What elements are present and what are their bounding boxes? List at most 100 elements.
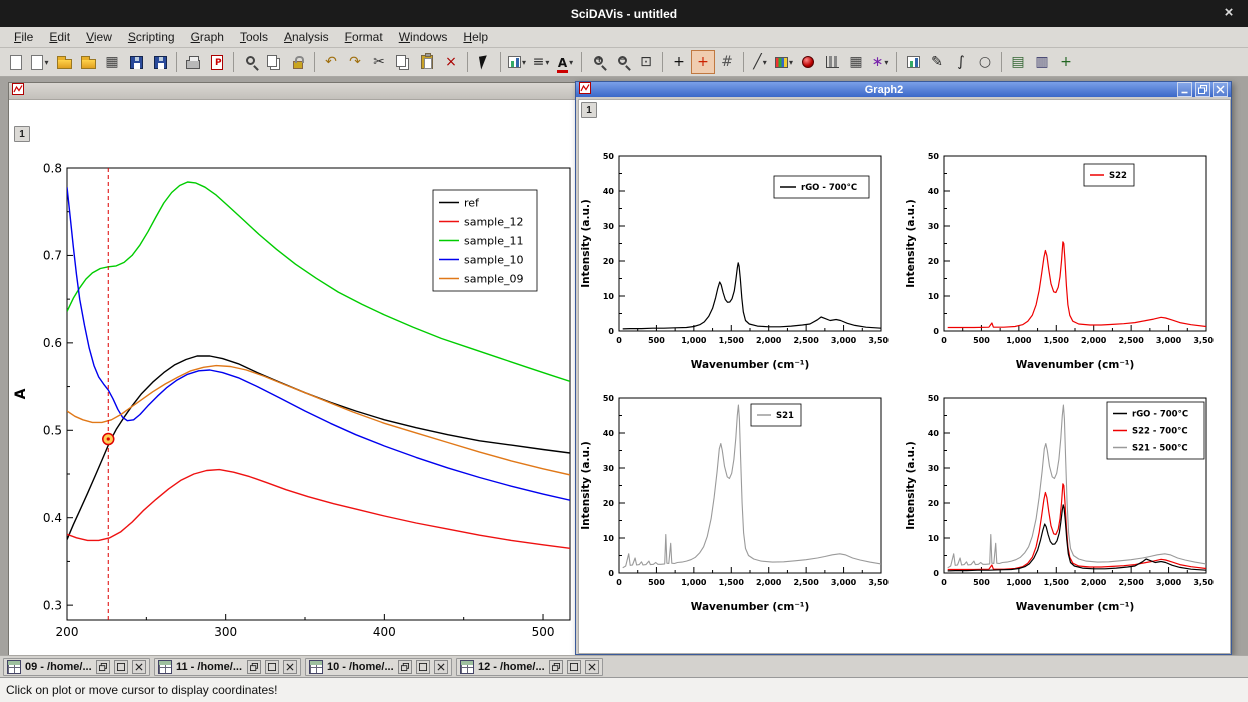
- raman-chart-overlay[interactable]: 05001,0001,5002,0002,5003,0003,500010203…: [904, 384, 1214, 619]
- menu-tools[interactable]: Tools: [232, 28, 276, 46]
- new-project-button[interactable]: [4, 50, 28, 74]
- fit-curve-button[interactable]: [901, 50, 925, 74]
- paste-icon: [421, 55, 433, 69]
- open-template-button[interactable]: [76, 50, 100, 74]
- svg-text:0.7: 0.7: [43, 249, 62, 263]
- maximize-window-button[interactable]: [114, 660, 128, 674]
- close-window-button[interactable]: [1213, 82, 1228, 97]
- undo-button[interactable]: ↶: [319, 50, 343, 74]
- plot-histogram-button[interactable]: [820, 50, 844, 74]
- plot-matrix-button[interactable]: ▦: [844, 50, 868, 74]
- plot-wizard-button[interactable]: ∗▾: [868, 50, 892, 74]
- cut-button[interactable]: ✂: [367, 50, 391, 74]
- add-ellipse-button[interactable]: ○: [973, 50, 997, 74]
- draw-line-button[interactable]: ╱▾: [748, 50, 772, 74]
- svg-text:0: 0: [933, 327, 939, 336]
- close-window-button[interactable]: [132, 660, 146, 674]
- pointer-button[interactable]: [472, 50, 496, 74]
- svg-text:400: 400: [373, 625, 396, 639]
- status-bar: Click on plot or move cursor to display …: [0, 677, 1248, 702]
- maximize-window-button[interactable]: [567, 660, 581, 674]
- taskbar: 09 - /home/...11 - /home/...10 - /home/.…: [0, 655, 1248, 677]
- svg-text:0: 0: [608, 327, 614, 336]
- paste-button[interactable]: [415, 50, 439, 74]
- svg-text:A: A: [13, 388, 29, 399]
- menu-windows[interactable]: Windows: [391, 28, 456, 46]
- restore-window-button[interactable]: [96, 660, 110, 674]
- graph1-titlebar[interactable]: [9, 83, 582, 100]
- window-titlebar[interactable]: SciDAVis - untitled ×: [0, 0, 1248, 27]
- taskbar-window-button[interactable]: 12 - /home/...: [456, 658, 603, 676]
- menu-scripting[interactable]: Scripting: [120, 28, 183, 46]
- svg-text:0: 0: [616, 578, 622, 587]
- maximize-window-button[interactable]: [416, 660, 430, 674]
- find-button[interactable]: [238, 50, 262, 74]
- text-color-button[interactable]: ▾: [553, 50, 577, 74]
- table-columns-button[interactable]: ▥: [1030, 50, 1054, 74]
- menu-analysis[interactable]: Analysis: [276, 28, 337, 46]
- svg-text:0: 0: [941, 578, 947, 587]
- raman-chart-s22[interactable]: 05001,0001,5002,0002,5003,0003,500010203…: [904, 142, 1214, 377]
- zoom-in-button[interactable]: [586, 50, 610, 74]
- minimize-window-button[interactable]: [1177, 82, 1192, 97]
- import-ascii-button[interactable]: ▦: [100, 50, 124, 74]
- taskbar-window-button[interactable]: 11 - /home/...: [154, 658, 301, 676]
- close-window-button[interactable]: [283, 660, 297, 674]
- print-button[interactable]: [181, 50, 205, 74]
- table-rows-button[interactable]: ▤: [1006, 50, 1030, 74]
- data-reader-button[interactable]: +: [691, 50, 715, 74]
- window-close-icon[interactable]: ×: [1220, 4, 1238, 21]
- menu-help[interactable]: Help: [455, 28, 496, 46]
- save-project-button[interactable]: [124, 50, 148, 74]
- restore-window-button[interactable]: [1195, 82, 1210, 97]
- select-data-range-button[interactable]: #: [715, 50, 739, 74]
- restore-window-button[interactable]: [247, 660, 261, 674]
- import-ascii-icon: ▦: [105, 55, 118, 69]
- draw-pen-button[interactable]: ✎: [925, 50, 949, 74]
- rescale-button[interactable]: ⊡: [634, 50, 658, 74]
- taskbar-window-button[interactable]: 10 - /home/...: [305, 658, 452, 676]
- add-curve-button[interactable]: ▾: [505, 50, 529, 74]
- layer-button[interactable]: 1: [581, 102, 597, 118]
- menu-view[interactable]: View: [78, 28, 120, 46]
- menu-file[interactable]: File: [6, 28, 41, 46]
- menu-format[interactable]: Format: [337, 28, 391, 46]
- maximize-window-button[interactable]: [265, 660, 279, 674]
- svg-text:Wavenumber (cm⁻¹): Wavenumber (cm⁻¹): [691, 601, 810, 613]
- restore-window-button[interactable]: [549, 660, 563, 674]
- integrate-button[interactable]: ∫: [949, 50, 973, 74]
- menu-graph[interactable]: Graph: [183, 28, 232, 46]
- lock-toolbars-button[interactable]: [286, 50, 310, 74]
- toolbar-separator: [662, 52, 663, 72]
- svg-text:40: 40: [928, 429, 940, 438]
- copy-button[interactable]: [391, 50, 415, 74]
- graph2-titlebar[interactable]: Graph2: [576, 82, 1231, 97]
- save-project-icon: [130, 56, 143, 69]
- menu-edit[interactable]: Edit: [41, 28, 78, 46]
- close-window-button[interactable]: [585, 660, 599, 674]
- restore-window-button[interactable]: [398, 660, 412, 674]
- rescale-icon: ⊡: [640, 55, 652, 69]
- line-style-button[interactable]: ≡▾: [529, 50, 553, 74]
- svg-text:20: 20: [603, 499, 615, 508]
- toolbar-separator: [896, 52, 897, 72]
- zoom-out-button[interactable]: [610, 50, 634, 74]
- redo-button[interactable]: ↷: [343, 50, 367, 74]
- save-template-button[interactable]: [148, 50, 172, 74]
- plot-3d-button[interactable]: [796, 50, 820, 74]
- layer-button[interactable]: 1: [14, 126, 30, 142]
- close-window-button[interactable]: [434, 660, 448, 674]
- new-window-button[interactable]: ▾: [28, 50, 52, 74]
- duplicate-window-button[interactable]: [262, 50, 286, 74]
- open-project-button[interactable]: [52, 50, 76, 74]
- add-column-button[interactable]: +: [1054, 50, 1078, 74]
- export-pdf-button[interactable]: [205, 50, 229, 74]
- raman-chart-rgo[interactable]: 05001,0001,5002,0002,5003,0003,500010203…: [579, 142, 889, 377]
- uvvis-absorbance-chart[interactable]: 2003004005000.30.40.50.60.70.8Arefsample…: [9, 100, 582, 654]
- raman-chart-s21[interactable]: 05001,0001,5002,0002,5003,0003,500010203…: [579, 384, 889, 619]
- plot-wizard-caret-icon: ▾: [884, 58, 888, 67]
- color-map-button[interactable]: ▾: [772, 50, 796, 74]
- screen-reader-button[interactable]: +: [667, 50, 691, 74]
- delete-button[interactable]: ×: [439, 50, 463, 74]
- taskbar-window-button[interactable]: 09 - /home/...: [3, 658, 150, 676]
